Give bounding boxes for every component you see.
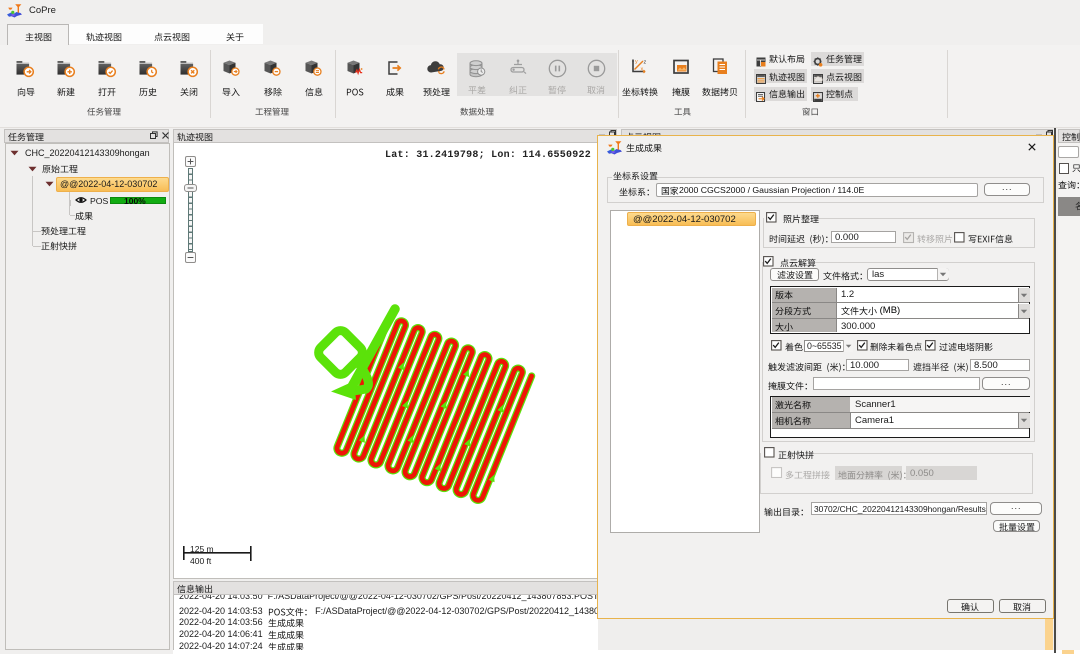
svg-text:z: z bbox=[644, 60, 647, 66]
svg-text:x: x bbox=[641, 67, 644, 73]
svg-text:y: y bbox=[635, 59, 638, 65]
